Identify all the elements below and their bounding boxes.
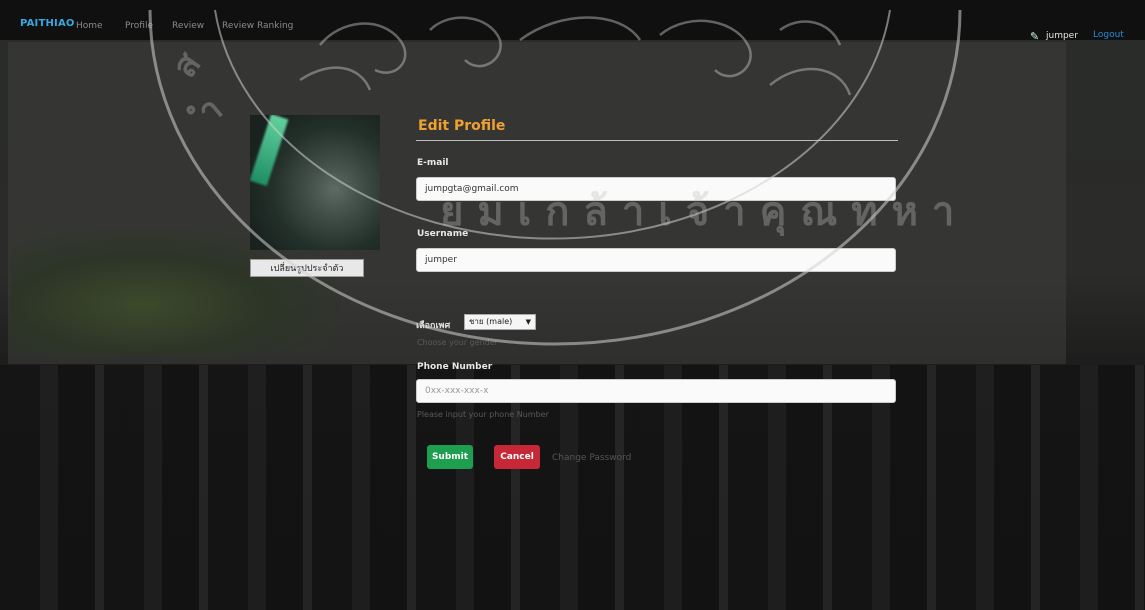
user-icon: ✎ bbox=[1030, 30, 1040, 43]
page-title: Edit Profile bbox=[418, 118, 506, 134]
profile-picture bbox=[250, 115, 380, 250]
gender-help-text: Choose your gender bbox=[417, 338, 498, 347]
phone-help-text: Please input your phone Number bbox=[417, 410, 549, 419]
nav-link-review[interactable]: Review bbox=[172, 21, 204, 31]
submit-button[interactable]: Submit bbox=[427, 445, 473, 469]
title-divider bbox=[416, 140, 898, 141]
email-label: E-mail bbox=[417, 158, 449, 168]
change-password-link[interactable]: Change Password bbox=[552, 453, 631, 463]
gender-label: เลือกเพศ bbox=[416, 321, 451, 331]
chevron-down-icon: ▼ bbox=[525, 318, 531, 326]
user-name[interactable]: jumper bbox=[1046, 31, 1078, 41]
phone-label: Phone Number bbox=[417, 362, 493, 372]
nav-link-home[interactable]: Home bbox=[76, 21, 103, 31]
nav-link-review-ranking[interactable]: Review Ranking bbox=[222, 21, 293, 31]
brand-logo[interactable]: PAITHIAO bbox=[20, 18, 75, 29]
cancel-button[interactable]: Cancel bbox=[494, 445, 540, 469]
lightsaber-glow bbox=[250, 115, 289, 187]
username-label: Username bbox=[417, 229, 469, 239]
nav-link-profile[interactable]: Profile bbox=[125, 21, 153, 31]
username-field[interactable]: jumper bbox=[416, 248, 896, 272]
change-photo-button[interactable]: เปลี่ยนรูปประจำตัว bbox=[250, 259, 364, 277]
phone-field[interactable]: 0xx-xxx-xxx-x bbox=[416, 379, 896, 403]
gender-select-value: ชาย (male) bbox=[469, 317, 513, 326]
email-field[interactable]: jumpgta@gmail.com bbox=[416, 177, 896, 201]
logout-link[interactable]: Logout bbox=[1093, 30, 1124, 40]
gender-select[interactable]: ชาย (male) ▼ bbox=[464, 314, 536, 330]
navbar bbox=[0, 0, 1145, 40]
